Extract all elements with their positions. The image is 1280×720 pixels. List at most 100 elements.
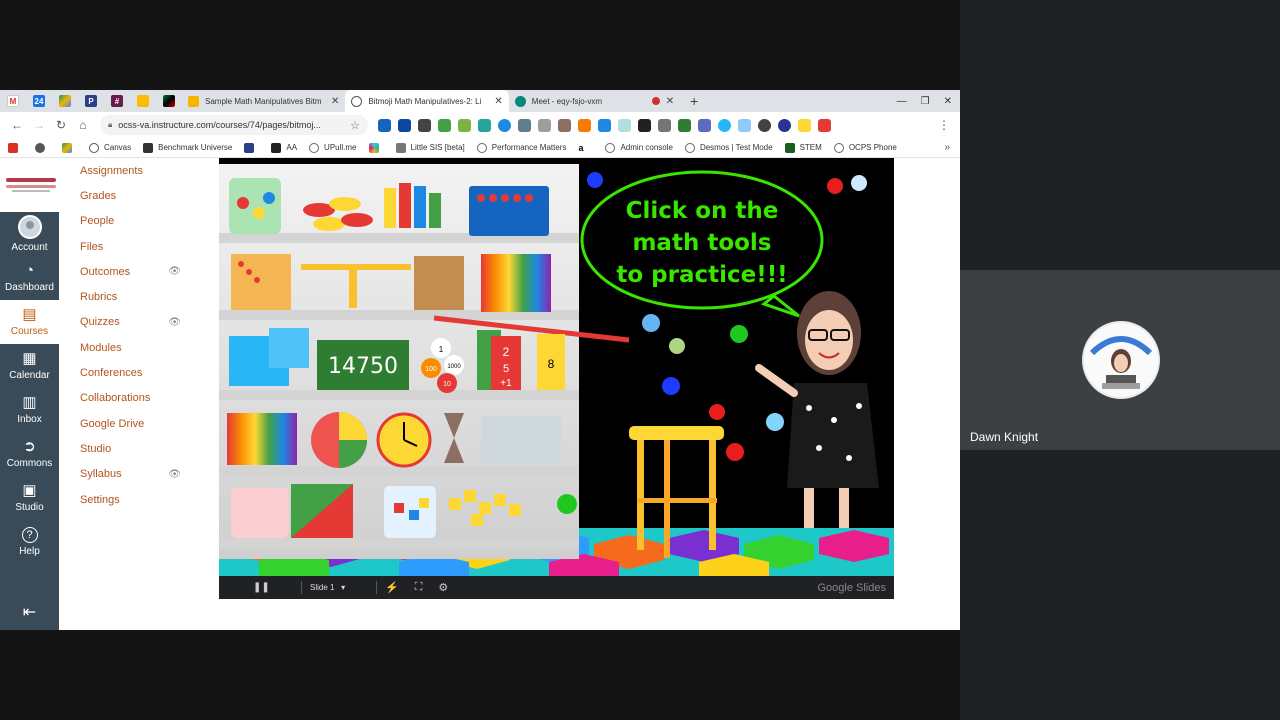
extension-icon[interactable] [518,118,531,132]
school-logo[interactable] [0,158,59,212]
course-nav-people[interactable]: People [59,209,219,234]
course-nav-google-drive[interactable]: Google Drive [59,411,219,436]
bookmark-web[interactable] [35,142,50,153]
pinned-tab-pear-deck[interactable]: P [78,90,104,112]
extension-icon[interactable] [658,118,671,132]
restore-icon[interactable]: ❐ [921,96,930,107]
reload-icon[interactable]: ↻ [50,118,72,132]
close-icon[interactable]: ✕ [331,96,339,107]
bookmark-benchmark[interactable]: Benchmark Universe [143,142,232,153]
forward-icon[interactable]: → [28,118,50,132]
pause-icon[interactable]: ❚❚ [253,582,293,593]
pinned-tab-calendar[interactable]: 24 [26,90,52,112]
extension-icon[interactable] [498,118,511,132]
extension-icon[interactable] [398,118,411,132]
bookmark-drive[interactable] [62,142,77,153]
extension-icon[interactable] [578,118,591,132]
addition-flash-cards[interactable]: 2 5 +1 8 [477,330,565,390]
bookmark-star-icon[interactable]: ☆ [350,119,360,132]
pinned-tab-grid[interactable]: # [104,90,130,112]
course-nav-quizzes[interactable]: Quizzes 👁︎ [59,310,219,335]
course-nav-studio[interactable]: Studio [59,436,219,461]
hundreds-chart[interactable] [481,254,551,312]
collapse-nav-icon[interactable]: ⇤ [0,602,59,622]
global-nav-calendar[interactable]: ▦ Calendar [0,344,59,388]
global-nav-studio[interactable]: ▣ Studio [0,476,59,520]
extension-icon[interactable] [778,118,791,132]
extension-icon[interactable] [678,118,691,132]
chrome-menu-icon[interactable]: ⋮ [938,118,954,132]
play-money[interactable] [481,416,561,464]
pattern-blocks-jar[interactable] [231,488,289,538]
pinned-tab-drive[interactable] [52,90,78,112]
global-nav-account[interactable]: Account [0,212,59,256]
extension-icon[interactable] [738,118,751,132]
course-nav-grades[interactable]: Grades [59,183,219,208]
slide-selector[interactable]: Slide 1 ▾ [310,583,368,592]
course-nav-settings[interactable]: Settings [59,487,219,512]
global-nav-inbox[interactable]: ▥ Inbox [0,388,59,432]
extension-icon[interactable] [598,118,611,132]
bookmark-amazon[interactable]: a [578,143,593,153]
bookmark-canvas[interactable]: Canvas [89,142,131,153]
tab-sample-math[interactable]: Sample Math Manipulatives Bitm ✕ [182,90,345,112]
bookmark-slack[interactable] [368,142,384,153]
close-icon[interactable]: ✕ [666,96,674,107]
extension-icon[interactable] [698,118,711,132]
bookmark-little-sis[interactable]: Little SIS [beta] [395,142,465,153]
tab-meet[interactable]: Meet - eqy-fsjo-vxm ✕ [509,90,680,112]
bookmark-aa[interactable]: AA [271,142,297,153]
new-tab-button[interactable]: + [690,93,698,109]
tab-bitmoji-math[interactable]: Bitmoji Math Manipulatives-2: Li ✕ [345,90,509,112]
wooden-abacus[interactable] [414,256,464,310]
rekenrek-frame[interactable] [469,186,549,236]
extension-icon[interactable] [718,118,731,132]
extension-icon[interactable] [418,118,431,132]
counters-jar[interactable] [229,178,281,234]
back-icon[interactable]: ← [6,118,28,132]
bookmark-stem[interactable]: STEM [784,142,822,153]
course-nav-rubrics[interactable]: Rubrics [59,284,219,309]
fullscreen-icon[interactable]: ⛶ [415,581,423,594]
extension-icon[interactable] [558,118,571,132]
bookmark-upull[interactable]: UPull.me [309,142,357,153]
balance-scale[interactable] [301,264,411,270]
pinned-tab-flag[interactable] [156,90,182,112]
extension-icon[interactable] [798,118,811,132]
pinned-tab-keep[interactable] [130,90,156,112]
global-nav-dashboard[interactable]: ◔ Dashboard [0,256,59,300]
course-nav-modules[interactable]: Modules [59,335,219,360]
extension-icon[interactable] [758,118,771,132]
bookmark-pear-deck[interactable] [244,142,259,153]
global-nav-courses[interactable]: ▤ Courses [0,300,59,344]
pinned-tab-gmail[interactable]: M [0,90,26,112]
bookmark-admin-console[interactable]: Admin console [605,142,673,153]
bookmark-ocps-phone[interactable]: OCPS Phone [833,142,897,153]
bookmark-desmos[interactable]: Desmos | Test Mode [684,142,773,153]
fraction-tiles[interactable] [227,413,297,465]
home-icon[interactable]: ⌂ [72,118,94,132]
more-bookmarks-icon[interactable]: » [944,142,960,153]
course-nav-conferences[interactable]: Conferences [59,360,219,385]
global-nav-commons[interactable]: ➲ Commons [0,432,59,476]
flash-icon[interactable]: ⚡ [385,581,399,594]
extension-icon[interactable] [618,118,631,132]
settings-gear-icon[interactable]: ⚙ [438,581,448,594]
course-nav-syllabus[interactable]: Syllabus 👁︎ [59,462,219,487]
bookmark-performance-matters[interactable]: Performance Matters [476,142,566,153]
extension-icon[interactable] [378,118,391,132]
manipulatives-shelf-4[interactable] [227,412,561,468]
extension-icon[interactable] [438,118,451,132]
extension-icon[interactable] [818,118,831,132]
course-nav-collaborations[interactable]: Collaborations [59,386,219,411]
close-window-icon[interactable]: ✕ [944,96,952,107]
bookmark-gmail[interactable] [8,142,23,153]
address-bar[interactable]: 🔒︎ ocss-va.instructure.com/courses/74/pa… [100,115,368,135]
extension-icon[interactable] [458,118,471,132]
extension-icon[interactable] [538,118,551,132]
extension-icon[interactable] [478,118,491,132]
google-slides-brand[interactable]: Google Slides [818,582,895,594]
global-nav-help[interactable]: ? Help [0,520,59,564]
close-icon[interactable]: ✕ [494,96,502,107]
course-nav-files[interactable]: Files [59,234,219,259]
